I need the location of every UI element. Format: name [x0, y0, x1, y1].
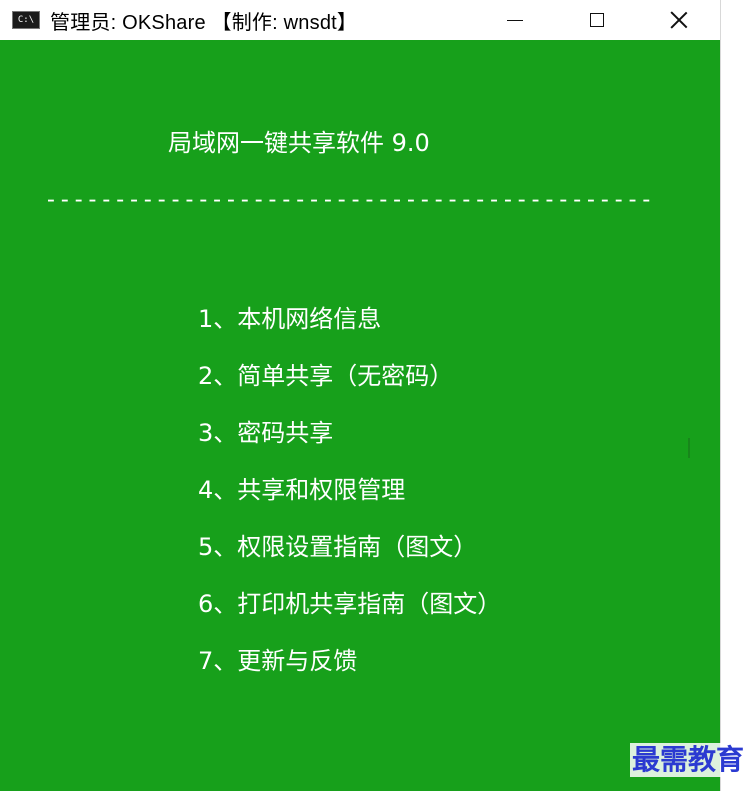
window-title: 管理员: OKShare 【制作: wnsdt】 [50, 11, 358, 34]
title-bar[interactable]: C:\ 管理员: OKShare 【制作: wnsdt】 [0, 0, 720, 40]
maximize-icon [590, 13, 604, 27]
menu-item-printer-share-guide[interactable]: 6、打印机共享指南（图文） [198, 584, 501, 641]
console-app-icon-text: C:\ [17, 14, 35, 25]
watermark-logo: 最需教育 [629, 743, 746, 777]
console-app-icon[interactable]: C:\ [12, 11, 40, 29]
menu-list: 1、本机网络信息 2、简单共享（无密码） 3、密码共享 4、共享和权限管理 5、… [198, 299, 501, 698]
menu-item-network-info[interactable]: 1、本机网络信息 [198, 299, 501, 356]
maximize-button[interactable] [556, 0, 638, 40]
menu-item-update-feedback[interactable]: 7、更新与反馈 [198, 641, 501, 698]
close-button[interactable] [638, 0, 720, 40]
window-edge-mark [688, 438, 690, 458]
menu-item-share-permissions[interactable]: 4、共享和权限管理 [198, 470, 501, 527]
menu-item-password-share[interactable]: 3、密码共享 [198, 413, 501, 470]
console-window: C:\ 管理员: OKShare 【制作: wnsdt】 局域网一键共享软件 9… [0, 0, 721, 791]
console-heading: 局域网一键共享软件 9.0 [168, 129, 430, 157]
menu-item-permission-guide[interactable]: 5、权限设置指南（图文） [198, 527, 501, 584]
minimize-button[interactable] [474, 0, 556, 40]
separator-line: ----------------------------------------… [44, 187, 654, 213]
close-icon [669, 10, 689, 30]
minimize-icon [507, 19, 523, 21]
menu-item-simple-share[interactable]: 2、简单共享（无密码） [198, 356, 501, 413]
